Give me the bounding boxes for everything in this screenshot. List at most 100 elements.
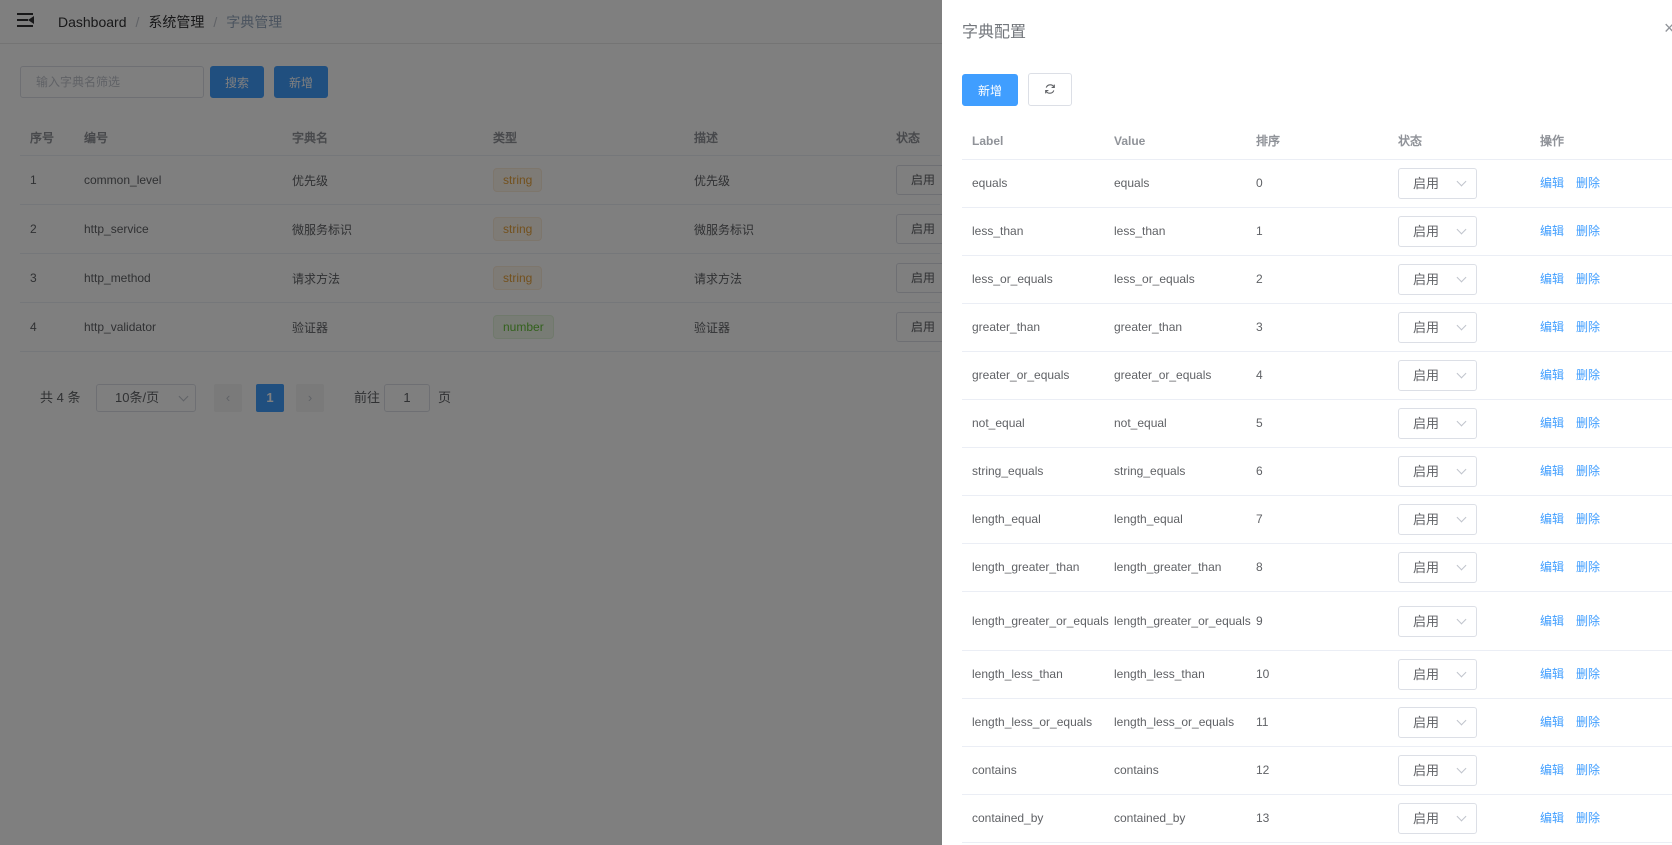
item-sort: 13	[1256, 811, 1270, 825]
delete-link[interactable]: 删除	[1576, 364, 1600, 387]
items-table-header: Label Value 排序 状态 操作	[962, 124, 1672, 160]
edit-link[interactable]: 编辑	[1540, 268, 1564, 291]
edit-link[interactable]: 编辑	[1540, 364, 1564, 387]
table-row[interactable]: greater_or_equals greater_or_equals 4 启用 编辑删…	[962, 352, 1672, 400]
table-row[interactable]: length_equal length_equal 7 启用 编辑 删除	[962, 496, 1672, 544]
status-select[interactable]: 启用	[1398, 755, 1477, 786]
item-sort: 7	[1256, 512, 1263, 526]
delete-link[interactable]: 删除	[1576, 807, 1600, 830]
item-label: length_greater_than	[972, 560, 1080, 574]
edit-link[interactable]: 编辑	[1540, 711, 1564, 734]
table-row[interactable]: length_less_than length_less_than 10 启用 编辑 删除	[962, 651, 1672, 699]
edit-link[interactable]: 编辑	[1540, 610, 1564, 633]
status-value: 启用	[1413, 368, 1440, 383]
status-value: 启用	[1413, 613, 1440, 629]
item-value: less_or_equals	[1114, 272, 1195, 286]
status-value: 启用	[1413, 560, 1440, 575]
item-value: contains	[1114, 763, 1159, 777]
edit-link[interactable]: 编辑	[1540, 759, 1564, 782]
delete-link[interactable]: 删除	[1576, 220, 1600, 243]
drawer-title: 字典配置	[962, 24, 1027, 41]
status-value: 启用	[1413, 224, 1440, 239]
status-select[interactable]: 启用	[1398, 168, 1477, 199]
status-select[interactable]: 启用	[1398, 264, 1477, 295]
delete-link[interactable]: 删除	[1576, 663, 1600, 686]
item-sort: 11	[1256, 715, 1269, 729]
status-select[interactable]: 启用	[1398, 552, 1477, 583]
item-value: length_less_or_equals	[1114, 715, 1235, 729]
edit-link[interactable]: 编辑	[1540, 220, 1564, 243]
delete-link[interactable]: 删除	[1576, 268, 1600, 291]
header-value: Value	[1114, 134, 1146, 148]
table-row[interactable]: length_greater_or_equals length_greater_o…	[962, 592, 1672, 651]
status-value: 启用	[1413, 763, 1440, 778]
status-select[interactable]: 启用	[1398, 504, 1477, 535]
table-row[interactable]: length_greater_than length_greater_than 8 启…	[962, 544, 1672, 592]
delete-link[interactable]: 删除	[1576, 172, 1600, 195]
refresh-icon	[1045, 84, 1055, 94]
table-row[interactable]: equals equals 0 启用 编辑 删除	[962, 160, 1672, 208]
item-label: contained_by	[972, 811, 1044, 825]
chevron-down-icon	[1456, 416, 1467, 427]
item-label: length_less_or_equals	[972, 715, 1093, 729]
status-select[interactable]: 启用	[1398, 216, 1477, 247]
table-row[interactable]: not_equal not_equal 5 启用 编辑 删除	[962, 400, 1672, 448]
edit-link[interactable]: 编辑	[1540, 460, 1564, 483]
delete-link[interactable]: 删除	[1576, 759, 1600, 782]
item-sort: 8	[1256, 560, 1263, 574]
delete-link[interactable]: 删除	[1576, 711, 1600, 734]
item-sort: 4	[1256, 368, 1263, 382]
delete-link[interactable]: 删除	[1576, 460, 1600, 483]
status-select[interactable]: 启用	[1398, 803, 1477, 834]
status-select[interactable]: 启用	[1398, 707, 1477, 738]
item-value: contained_by	[1114, 811, 1186, 825]
chevron-down-icon	[1456, 176, 1467, 187]
edit-link[interactable]: 编辑	[1540, 663, 1564, 686]
status-value: 启用	[1413, 512, 1440, 527]
edit-link[interactable]: 编辑	[1540, 316, 1564, 339]
table-row[interactable]: greater_than greater_than 3 启用 编辑 删除	[962, 304, 1672, 352]
delete-link[interactable]: 删除	[1576, 610, 1600, 633]
status-value: 启用	[1413, 416, 1440, 431]
status-select[interactable]: 启用	[1398, 659, 1477, 690]
refresh-button[interactable]	[1028, 73, 1072, 106]
status-select[interactable]: 启用	[1398, 312, 1477, 343]
chevron-down-icon	[1456, 763, 1467, 774]
edit-link[interactable]: 编辑	[1540, 172, 1564, 195]
edit-link[interactable]: 编辑	[1540, 556, 1564, 579]
status-select[interactable]: 启用	[1398, 408, 1477, 439]
item-sort: 2	[1256, 272, 1263, 286]
close-icon[interactable]: ×	[1664, 18, 1672, 38]
delete-link[interactable]: 删除	[1576, 508, 1600, 531]
item-value: length_equal	[1114, 512, 1183, 526]
item-sort: 1	[1256, 224, 1263, 238]
table-row[interactable]: contains contains 12 启用 编辑 删除	[962, 747, 1672, 795]
status-select[interactable]: 启用	[1398, 360, 1477, 391]
item-label: string_equals	[972, 464, 1044, 478]
delete-link[interactable]: 删除	[1576, 556, 1600, 579]
status-value: 启用	[1413, 464, 1440, 479]
items-table-body: equals equals 0 启用 编辑 删除 less_than less_than 1 启用…	[962, 160, 1672, 843]
item-label: greater_than	[972, 320, 1041, 334]
item-value: length_greater_or_equals	[1114, 613, 1251, 628]
edit-link[interactable]: 编辑	[1540, 807, 1564, 830]
edit-link[interactable]: 编辑	[1540, 412, 1564, 435]
table-row[interactable]: length_less_or_equals length_less_or_equa…	[962, 699, 1672, 747]
item-sort: 5	[1256, 416, 1263, 430]
delete-link[interactable]: 删除	[1576, 412, 1600, 435]
table-row[interactable]: contained_by contained_by 13 启用 编辑 删除	[962, 795, 1672, 843]
item-value: length_less_than	[1114, 667, 1205, 681]
table-row[interactable]: string_equals string_equals 6 启用 编辑 删除	[962, 448, 1672, 496]
chevron-down-icon	[1456, 715, 1467, 726]
status-select[interactable]: 启用	[1398, 456, 1477, 487]
item-value: length_greater_than	[1114, 560, 1222, 574]
edit-link[interactable]: 编辑	[1540, 508, 1564, 531]
status-select[interactable]: 启用	[1398, 605, 1477, 637]
delete-link[interactable]: 删除	[1576, 316, 1600, 339]
table-row[interactable]: less_or_equals less_or_equals 2 启用 编辑 删除	[962, 256, 1672, 304]
chevron-down-icon	[1456, 614, 1467, 624]
chevron-down-icon	[1456, 272, 1467, 283]
table-row[interactable]: less_than less_than 1 启用 编辑 删除	[962, 208, 1672, 256]
add-item-button[interactable]: 新增	[962, 74, 1018, 106]
chevron-down-icon	[1456, 464, 1467, 475]
